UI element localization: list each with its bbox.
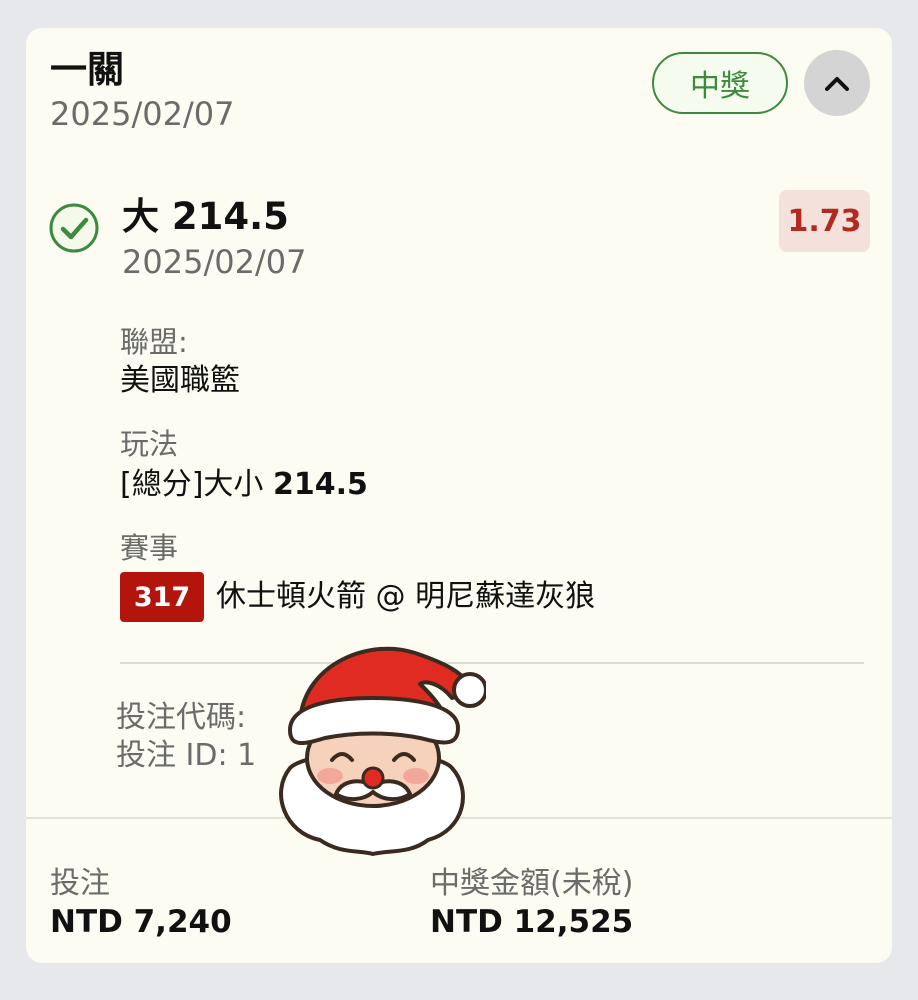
status-badge: 中獎 [652, 52, 788, 114]
stake-label: 投注 [50, 866, 110, 901]
play-label: 玩法 [120, 427, 179, 461]
play-value: [總分]大小 214.5 [120, 466, 368, 504]
collapse-button[interactable] [804, 50, 870, 116]
event-label: 賽事 [120, 531, 179, 565]
chevron-up-icon [825, 77, 849, 91]
payout-label: 中獎金額(未稅) [430, 866, 634, 901]
bet-ticket-card: 一關 2025/02/07 中獎 大 214.5 2025/02/07 1.73… [26, 28, 892, 963]
play-type: [總分]大小 [120, 467, 273, 502]
odds-badge: 1.73 [779, 190, 870, 252]
selection-pick: 大 214.5 [122, 195, 289, 238]
event-name: 休士頓火箭 @ 明尼蘇達灰狼 [216, 579, 596, 614]
league-value: 美國職籃 [120, 363, 240, 398]
bet-id-label: 投注 ID: 1 [116, 738, 257, 773]
selection-date: 2025/02/07 [122, 243, 307, 281]
stake-value: NTD 7,240 [50, 904, 232, 940]
play-line: 214.5 [272, 467, 368, 502]
bet-code-label: 投注代碼: [116, 700, 247, 735]
ticket-date: 2025/02/07 [50, 95, 235, 133]
check-circle-icon [49, 203, 99, 253]
event-number-badge: 317 [120, 572, 204, 622]
santa-sticker-icon [279, 646, 486, 856]
league-label: 聯盟: [120, 325, 188, 359]
payout-value: NTD 12,525 [430, 904, 634, 940]
ticket-title: 一關 [50, 48, 124, 91]
divider [120, 662, 864, 664]
